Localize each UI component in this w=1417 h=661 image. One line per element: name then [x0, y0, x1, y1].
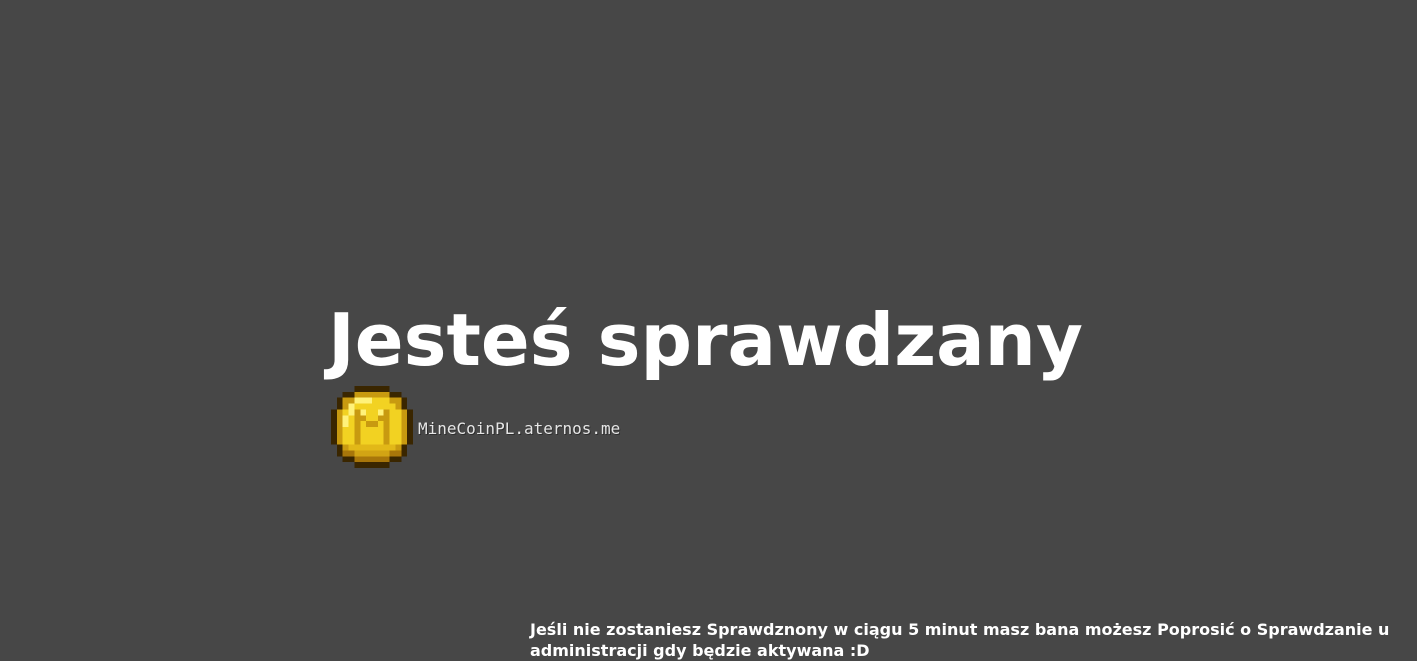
page-title: Jesteś sprawdzany: [328, 298, 1083, 382]
ban-warning-text: Jeśli nie zostaniesz Sprawdznony w ciągu…: [530, 620, 1390, 660]
gold-coin-icon: [331, 386, 413, 468]
server-address: MineCoinPL.aternos.me: [418, 418, 621, 438]
server-banner: MineCoinPL.aternos.me: [330, 386, 620, 468]
